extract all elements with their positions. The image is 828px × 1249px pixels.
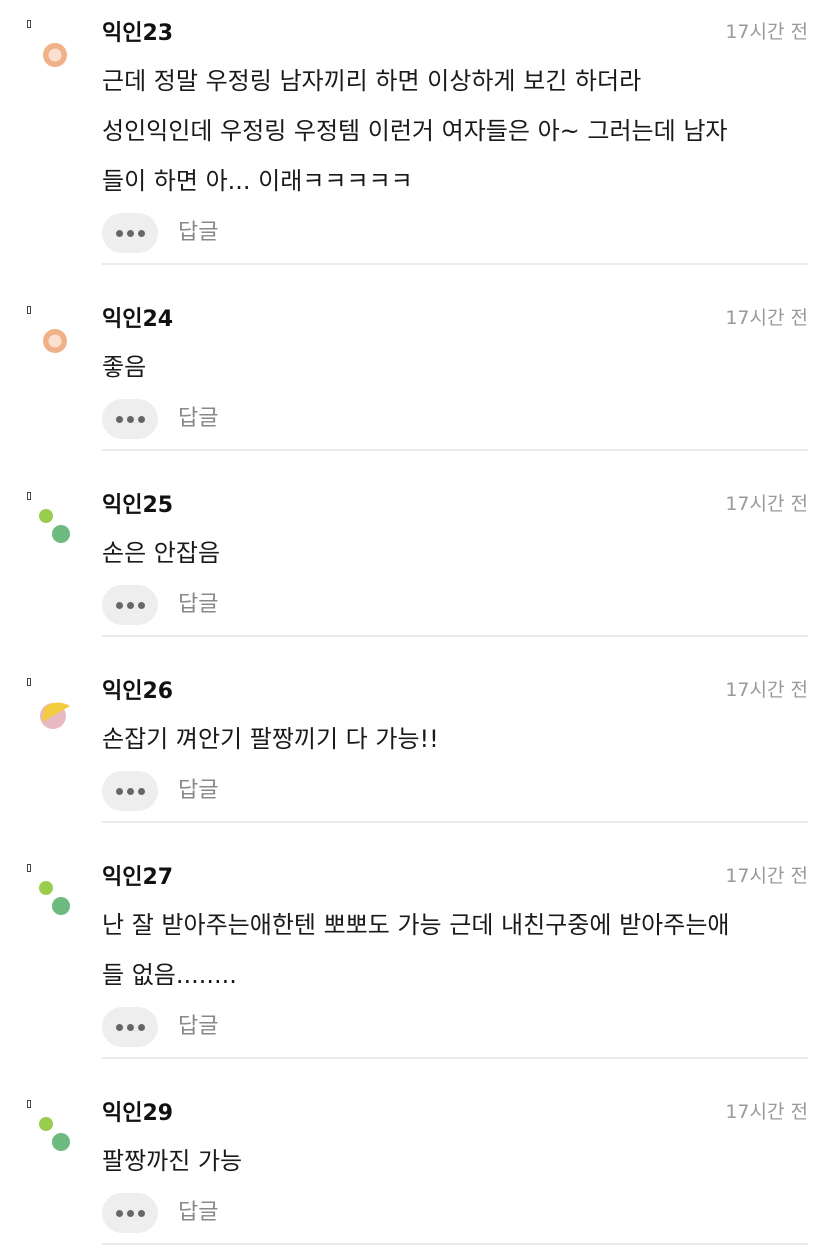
dot-icon — [126, 1023, 134, 1031]
tick-mark — [27, 492, 31, 500]
divider — [102, 635, 808, 637]
reply-button[interactable]: 답글 — [178, 585, 218, 625]
green-dots-avatar-icon — [39, 1117, 70, 1151]
comment-text-line: 성인익인데 우정링 우정템 이런거 여자들은 아~ 그러는데 남자 — [102, 117, 728, 145]
reply-button[interactable]: 답글 — [178, 771, 218, 811]
green-dots-avatar-icon — [39, 509, 70, 543]
comment-timestamp: 17시간 전 — [725, 865, 808, 887]
comment-author[interactable]: 익인27 — [102, 864, 173, 892]
divider — [102, 263, 808, 265]
dot-icon — [137, 1023, 145, 1031]
dot-icon — [126, 601, 134, 609]
green-dots-avatar-icon — [39, 881, 70, 915]
dot-icon — [115, 601, 123, 609]
reply-button[interactable]: 답글 — [178, 1007, 218, 1047]
dot-icon — [137, 601, 145, 609]
dot-icon — [115, 229, 123, 237]
dot-icon — [126, 787, 134, 795]
dot-icon — [126, 229, 134, 237]
comment-author[interactable]: 익인29 — [102, 1100, 173, 1128]
comment-timestamp: 17시간 전 — [725, 493, 808, 515]
dot-icon — [137, 229, 145, 237]
tick-mark — [27, 864, 31, 872]
dot-icon — [137, 787, 145, 795]
divider — [102, 449, 808, 451]
orange-circle-avatar-icon — [43, 329, 67, 353]
comment-text-line: 좋음 — [102, 353, 147, 381]
dot-icon — [115, 1209, 123, 1217]
comment-author[interactable]: 익인26 — [102, 678, 173, 706]
comment-text-line: 손잡기 껴안기 팔짱끼기 다 가능!! — [102, 725, 439, 753]
divider — [102, 1243, 808, 1245]
comment-author[interactable]: 익인25 — [102, 492, 173, 520]
comment-text-line: 근데 정말 우정링 남자끼리 하면 이상하게 보긴 하더라 — [102, 67, 642, 95]
dot-icon — [137, 1209, 145, 1217]
more-options-button[interactable] — [102, 399, 158, 439]
comment-text-line: 들 없음........ — [102, 961, 237, 989]
dot-icon — [115, 787, 123, 795]
comment-text-line: 손은 안잡음 — [102, 539, 221, 567]
comment-text-line: 들이 하면 아... 이래ㅋㅋㅋㅋㅋ — [102, 167, 413, 195]
dot-icon — [115, 415, 123, 423]
comment-timestamp: 17시간 전 — [725, 21, 808, 43]
yellow-pink-avatar-icon — [40, 702, 70, 729]
reply-button[interactable]: 답글 — [178, 1193, 218, 1233]
dot-icon — [126, 1209, 134, 1217]
more-options-button[interactable] — [102, 1007, 158, 1047]
more-options-button[interactable] — [102, 213, 158, 253]
reply-button[interactable]: 답글 — [178, 399, 218, 439]
divider — [102, 821, 808, 823]
comment-text-line: 난 잘 받아주는애한텐 뽀뽀도 가능 근데 내친구중에 받아주는애 — [102, 911, 730, 939]
dot-icon — [115, 1023, 123, 1031]
more-options-button[interactable] — [102, 1193, 158, 1233]
comment-timestamp: 17시간 전 — [725, 679, 808, 701]
divider — [102, 1057, 808, 1059]
comment-author[interactable]: 익인24 — [102, 306, 173, 334]
more-options-button[interactable] — [102, 771, 158, 811]
dot-icon — [126, 415, 134, 423]
orange-circle-avatar-icon — [43, 43, 67, 67]
tick-mark — [27, 678, 31, 686]
reply-button[interactable]: 답글 — [178, 213, 218, 253]
comment-author[interactable]: 익인23 — [102, 20, 173, 48]
tick-mark — [27, 1100, 31, 1108]
tick-mark — [27, 306, 31, 314]
tick-mark — [27, 20, 31, 28]
dot-icon — [137, 415, 145, 423]
comment-timestamp: 17시간 전 — [725, 1101, 808, 1123]
more-options-button[interactable] — [102, 585, 158, 625]
comment-timestamp: 17시간 전 — [725, 307, 808, 329]
comment-text-line: 팔짱까진 가능 — [102, 1147, 243, 1175]
